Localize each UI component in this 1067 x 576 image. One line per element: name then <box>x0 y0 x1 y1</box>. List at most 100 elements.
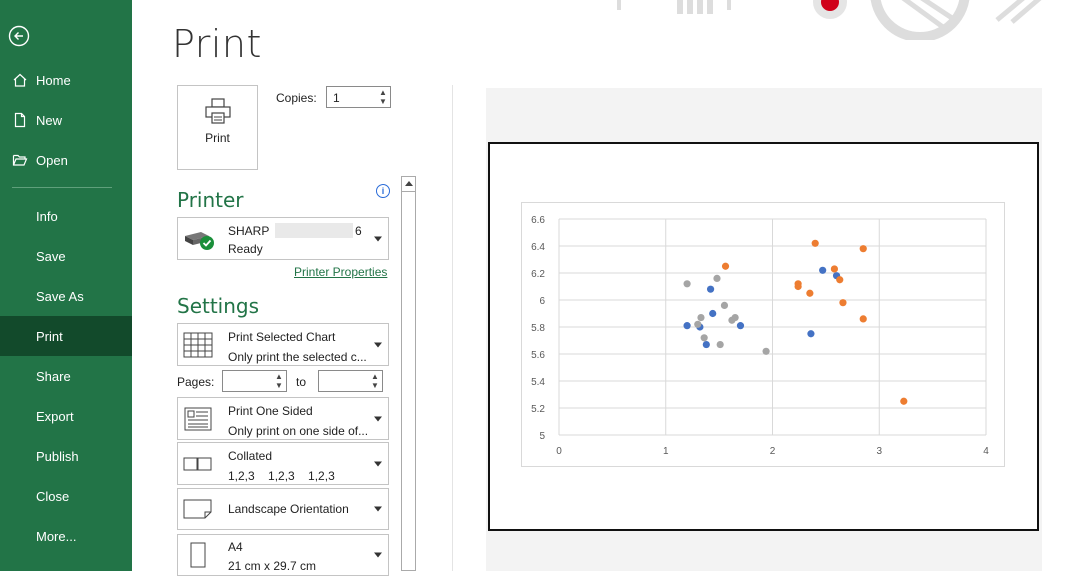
nav-item-print[interactable]: Print <box>0 316 132 356</box>
print-button-label: Print <box>205 131 230 145</box>
paper-size-dropdown[interactable]: A4 21 cm x 29.7 cm <box>177 534 389 576</box>
orientation-dropdown[interactable]: Landscape Orientation <box>177 488 389 530</box>
nav-label: Save As <box>36 288 84 304</box>
printer-dropdown[interactable]: SHARP 6 Ready <box>177 217 389 260</box>
header-decoration <box>617 0 1042 40</box>
data-point <box>762 347 770 355</box>
printer-status: Ready <box>228 242 263 256</box>
printer-icon <box>204 98 231 124</box>
portrait-page-icon <box>190 542 206 568</box>
nav-item-save-as[interactable]: Save As <box>0 276 132 316</box>
chevron-down-icon <box>374 236 382 241</box>
nav-item-home[interactable]: Home <box>0 60 132 100</box>
nav-item-info[interactable]: Info <box>0 196 132 236</box>
sides-dropdown[interactable]: Print One Sided Only print on one side o… <box>177 397 389 440</box>
data-point <box>709 309 717 318</box>
data-point <box>720 301 729 309</box>
chart-area: 5 5.2 5.4 5.6 5.8 6 6.2 6.4 6.6 0 1 2 3 4 <box>521 202 1005 467</box>
scatter-chart: 5 5.2 5.4 5.6 5.8 6 6.2 6.4 6.6 0 1 2 3 4 <box>531 215 989 457</box>
stepper-arrows-icon[interactable]: ▲ ▼ <box>370 372 380 390</box>
nav-label: Open <box>36 152 68 168</box>
y-tick-label: 6 <box>539 296 545 307</box>
scroll-up-icon[interactable] <box>405 181 413 186</box>
chevron-down-icon <box>374 552 382 558</box>
scrollbar-thumb[interactable] <box>402 191 415 572</box>
y-tick-label: 5.4 <box>531 377 545 388</box>
data-point <box>702 340 710 349</box>
printer-name-suffix: 6 <box>355 224 362 238</box>
data-point <box>839 299 847 307</box>
stepper-arrows-icon[interactable]: ▲ ▼ <box>274 372 284 390</box>
data-point <box>811 239 819 247</box>
print-what-dropdown[interactable]: Print Selected Chart Only print the sele… <box>177 323 389 366</box>
nav-label: Share <box>36 368 71 384</box>
folder-open-icon <box>12 154 28 166</box>
nav-label: Home <box>36 72 71 88</box>
data-point <box>721 262 730 270</box>
nav-item-more[interactable]: More... <box>0 516 132 556</box>
sides-subtitle: Only print on one side of... <box>228 424 369 438</box>
one-sided-page-icon <box>184 407 212 430</box>
nav-item-publish[interactable]: Publish <box>0 436 132 476</box>
chevron-down-icon <box>374 342 382 347</box>
collation-subtitle: 1,2,3 1,2,3 1,2,3 <box>228 469 335 483</box>
chevron-down-icon <box>374 416 382 421</box>
nav-item-close[interactable]: Close <box>0 476 132 516</box>
data-point <box>716 340 724 349</box>
collation-title: Collated <box>228 449 273 463</box>
back-arrow-icon[interactable] <box>8 25 30 47</box>
landscape-page-icon <box>183 499 212 519</box>
data-point <box>736 322 745 330</box>
data-point <box>713 274 721 282</box>
data-point <box>836 276 844 284</box>
pages-label: Pages: <box>177 375 215 389</box>
data-point <box>731 313 739 322</box>
collation-dropdown[interactable]: Collated 1,2,3 1,2,3 1,2,3 <box>177 442 389 485</box>
data-point <box>700 334 708 342</box>
x-tick-label: 1 <box>663 446 669 457</box>
printer-ready-icon <box>185 231 214 250</box>
home-icon <box>13 73 27 87</box>
copies-stepper[interactable]: 1 ▲ ▼ <box>326 86 391 108</box>
redacted-name-block <box>275 223 353 238</box>
page-title: Print <box>172 22 262 66</box>
y-tick-label: 5.2 <box>531 404 545 415</box>
nav-separator <box>12 187 112 188</box>
data-point <box>900 397 908 405</box>
print-what-subtitle: Only print the selected c... <box>228 350 367 364</box>
nav-item-share[interactable]: Share <box>0 356 132 396</box>
info-icon[interactable]: i <box>376 184 390 198</box>
x-tick-label: 4 <box>983 446 989 457</box>
data-point <box>706 285 715 293</box>
nav-item-open[interactable]: Open <box>0 140 132 180</box>
data-point <box>859 315 867 323</box>
x-tick-label: 2 <box>770 446 776 457</box>
print-button[interactable]: Print <box>177 85 258 170</box>
print-what-title: Print Selected Chart <box>228 330 336 344</box>
nav-label: Export <box>36 408 74 424</box>
nav-label: Save <box>36 248 66 264</box>
sheet-grid-icon <box>183 332 213 357</box>
stepper-arrows-icon[interactable]: ▲ ▼ <box>378 88 388 106</box>
backstage-nav: Home New Open Info Save Save As Print Sh… <box>0 0 132 571</box>
nav-label: New <box>36 112 63 128</box>
nav-label: Close <box>36 488 70 504</box>
y-tick-label: 6.4 <box>531 242 545 253</box>
collated-icon <box>183 457 212 470</box>
nav-item-export[interactable]: Export <box>0 396 132 436</box>
pages-to-input[interactable]: ▲ ▼ <box>318 370 383 392</box>
nav-item-save[interactable]: Save <box>0 236 132 276</box>
y-tick-label: 5.6 <box>531 350 545 361</box>
sides-title: Print One Sided <box>228 404 313 418</box>
nav-item-new[interactable]: New <box>0 100 132 140</box>
printer-properties-link[interactable]: Printer Properties <box>294 265 387 279</box>
data-point <box>859 245 867 253</box>
nav-label: More... <box>36 528 77 544</box>
data-point <box>683 280 691 288</box>
data-point <box>683 322 691 330</box>
y-tick-label: 5 <box>539 431 545 442</box>
data-point <box>694 320 702 328</box>
data-point <box>794 282 802 291</box>
settings-scrollbar[interactable] <box>401 176 416 571</box>
pages-from-input[interactable]: ▲ ▼ <box>222 370 287 392</box>
